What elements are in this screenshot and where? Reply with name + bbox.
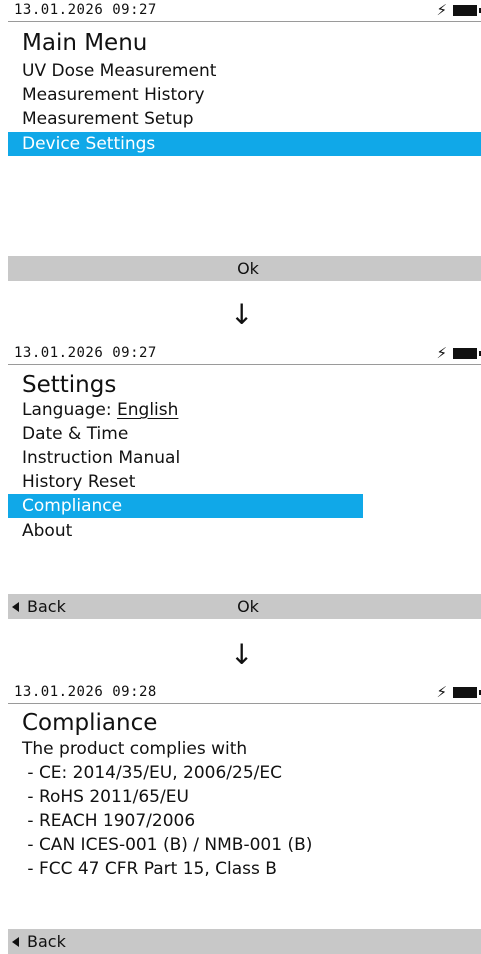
page-title: Settings [22,372,117,398]
menu-item-instruction-manual[interactable]: Instruction Manual [8,446,363,470]
status-time: 13.01.2026 09:27 [14,2,157,18]
menu-item-history-reset[interactable]: History Reset [8,470,363,494]
language-label: Language: [22,400,118,420]
compliance-ce: - CE: 2014/35/EU, 2006/25/EC [22,763,282,783]
back-button-label: Back [27,932,66,951]
button-bar: Back [8,929,481,954]
battery-icon [453,348,481,359]
language-value: English [117,400,179,420]
compliance-intro: The product complies with [22,739,248,759]
menu-item-measurement-history[interactable]: Measurement History [8,83,388,107]
back-button-label: Back [27,597,66,616]
triangle-left-icon [12,936,19,947]
main-menu-screen: 13.01.2026 09:27 ⚡︎ Main Menu UV Dose Me… [0,0,481,281]
button-bar: Ok [8,256,481,281]
status-bar: 13.01.2026 09:28 ⚡︎ [8,682,481,704]
status-bar: 13.01.2026 09:27 ⚡︎ [8,0,481,22]
menu-item-language[interactable]: Language: English [8,398,363,422]
charging-bolt-icon: ⚡︎ [436,683,447,701]
menu-item-date-time[interactable]: Date & Time [8,422,363,446]
status-bar: 13.01.2026 09:27 ⚡︎ [8,343,481,365]
page-title: Main Menu [22,30,148,56]
button-bar: Back Ok [8,594,481,619]
compliance-screen: 13.01.2026 09:28 ⚡︎ Compliance The produ… [0,682,481,954]
menu-item-device-settings[interactable]: Device Settings [8,132,481,156]
compliance-fcc: - FCC 47 CFR Part 15, Class B [22,859,277,879]
menu-item-measurement-setup[interactable]: Measurement Setup [8,107,388,131]
flow-arrow-down: ↓ [230,638,254,671]
ok-button[interactable]: Ok [228,256,268,281]
menu-item-compliance[interactable]: Compliance [8,494,363,518]
battery-icon [453,5,481,16]
flow-arrow-down: ↓ [230,298,254,331]
ok-button[interactable]: Ok [228,594,268,619]
triangle-left-icon [12,601,19,612]
menu-item-uv-dose-measurement[interactable]: UV Dose Measurement [8,59,388,83]
back-button[interactable]: Back [12,594,66,619]
compliance-can-ices: - CAN ICES-001 (B) / NMB-001 (B) [22,835,313,855]
charging-bolt-icon: ⚡︎ [436,1,447,19]
page-title: Compliance [22,710,158,736]
status-time: 13.01.2026 09:27 [14,345,157,361]
charging-bolt-icon: ⚡︎ [436,344,447,362]
compliance-rohs: - RoHS 2011/65/EU [22,787,189,807]
compliance-reach: - REACH 1907/2006 [22,811,196,831]
status-time: 13.01.2026 09:28 [14,684,157,700]
back-button[interactable]: Back [12,929,66,954]
settings-screen: 13.01.2026 09:27 ⚡︎ Settings Language: E… [0,343,481,619]
menu-item-about[interactable]: About [8,519,363,543]
battery-icon [453,687,481,698]
